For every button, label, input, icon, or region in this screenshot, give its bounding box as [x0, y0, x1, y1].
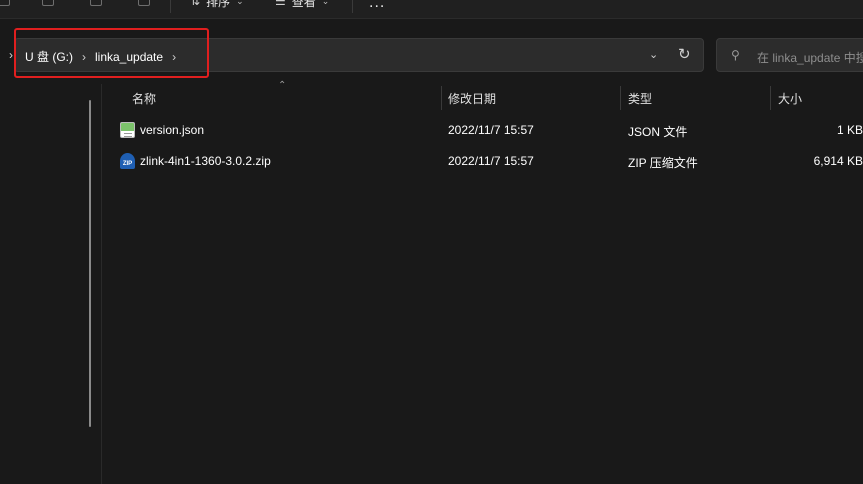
copy-icon[interactable]: [40, 0, 56, 8]
file-row[interactable]: version.json 2022/11/7 15:57 JSON 文件 1 K…: [112, 117, 863, 145]
chevron-down-icon: ⌄: [321, 0, 330, 6]
nav-scrollbar[interactable]: [89, 100, 91, 427]
file-explorer-window: ⇅ 排序 ⌄ ☰ 查看 ⌄ ... › U 盘 (G:) › linka_upd…: [0, 0, 863, 484]
search-input[interactable]: 在 linka_update 中搜索: [757, 49, 863, 66]
view-icon: ☰: [275, 0, 286, 8]
column-header-size[interactable]: 大小: [778, 90, 802, 110]
navigation-pane[interactable]: [0, 84, 102, 484]
column-header-modified[interactable]: 修改日期: [448, 90, 496, 110]
file-type: JSON 文件: [628, 125, 688, 139]
sort-icon: ⇅: [190, 0, 201, 8]
sort-button[interactable]: ⇅ 排序 ⌄: [190, 0, 244, 9]
chevron-right-icon[interactable]: ›: [9, 48, 13, 62]
view-button[interactable]: ☰ 查看 ⌄: [275, 0, 329, 9]
command-bar: ⇅ 排序 ⌄ ☰ 查看 ⌄ ...: [0, 0, 863, 19]
rename-icon[interactable]: [88, 0, 104, 8]
refresh-icon[interactable]: ↻: [678, 45, 691, 63]
file-size: 1 KB: [836, 123, 863, 137]
zip-file-icon: ZIP: [120, 153, 135, 169]
column-separator[interactable]: [441, 86, 442, 110]
delete-icon[interactable]: [136, 0, 152, 8]
file-modified: 2022/11/7 15:57: [448, 123, 534, 137]
file-type: ZIP 压缩文件: [628, 156, 698, 170]
pane-divider[interactable]: [101, 84, 102, 484]
column-header-name[interactable]: 名称: [132, 90, 156, 110]
toolbar-separator: [352, 0, 353, 13]
chevron-down-icon[interactable]: ⌄: [649, 48, 658, 61]
file-size: 6,914 KB: [813, 154, 863, 168]
file-name: zlink-4in1-1360-3.0.2.zip: [140, 154, 271, 168]
column-separator[interactable]: [770, 86, 771, 110]
highlight-annotation: [14, 28, 209, 78]
sort-ascending-icon: ⌃: [278, 80, 287, 91]
file-name: version.json: [140, 123, 205, 137]
column-separator[interactable]: [620, 86, 621, 110]
view-label: 查看: [291, 0, 316, 9]
json-file-icon: [120, 122, 135, 138]
column-header-type[interactable]: 类型: [628, 90, 652, 110]
sort-label: 排序: [206, 0, 231, 9]
zip-icon-label: ZIP: [122, 161, 133, 167]
toolbar-separator: [170, 0, 171, 13]
search-icon: ⚲: [731, 48, 740, 62]
cut-icon[interactable]: [0, 0, 12, 8]
more-options-button[interactable]: ...: [369, 0, 385, 12]
file-row[interactable]: ZIP zlink-4in1-1360-3.0.2.zip 2022/11/7 …: [112, 148, 863, 176]
file-modified: 2022/11/7 15:57: [448, 154, 534, 168]
search-box[interactable]: ⚲ 在 linka_update 中搜索: [716, 38, 863, 72]
chevron-down-icon: ⌄: [236, 0, 244, 6]
